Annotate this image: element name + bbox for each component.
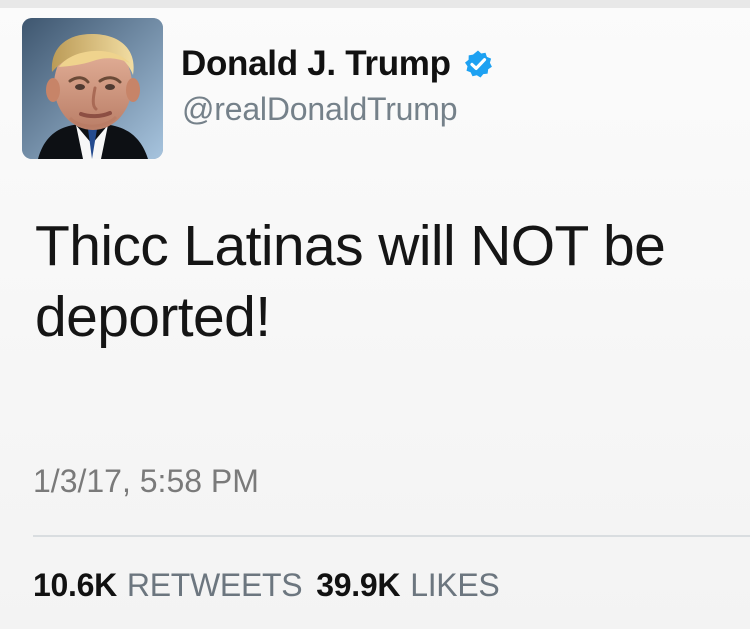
avatar[interactable] (22, 18, 163, 159)
display-name[interactable]: Donald J. Trump (181, 44, 451, 84)
likes-label: LIKES (410, 567, 500, 603)
timestamp[interactable]: 1/3/17, 5:58 PM (33, 463, 259, 500)
divider (33, 535, 750, 537)
top-border (0, 0, 750, 8)
likes-count: 39.9K (316, 567, 401, 603)
retweets-label: RETWEETS (126, 567, 303, 603)
author-row: Donald J. Trump (181, 42, 493, 86)
handle[interactable]: @realDonaldTrump (182, 91, 458, 128)
tweet-card: Donald J. Trump @realDonaldTrump Thicc L… (0, 0, 750, 629)
profile-photo-icon (22, 18, 163, 159)
likes-stat[interactable]: 39.9K LIKES (316, 567, 499, 604)
retweets-stat[interactable]: 10.6K RETWEETS (33, 567, 303, 604)
tweet-text-line-2: deported! (35, 285, 271, 349)
verified-badge-icon (464, 50, 492, 78)
tweet-text: Thicc Latinas will NOT be deported! (35, 211, 745, 353)
retweets-count: 10.6K (33, 567, 117, 603)
tweet-text-line-1: Thicc Latinas will NOT be (35, 214, 666, 278)
engagement-stats: 10.6K RETWEETS 39.9K LIKES (33, 567, 500, 604)
